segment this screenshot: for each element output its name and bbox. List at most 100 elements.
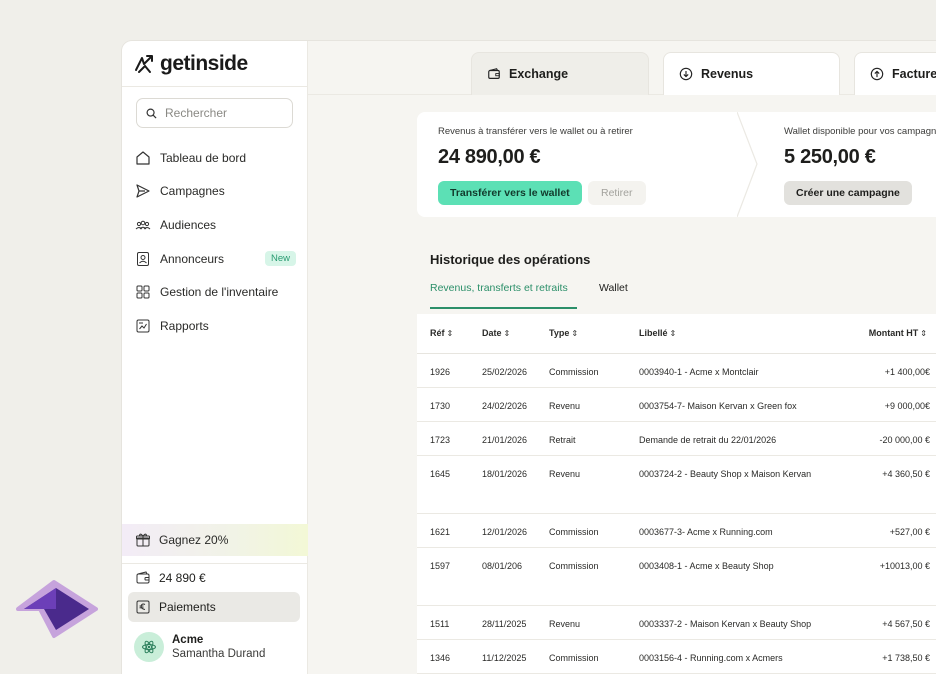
table-row[interactable]: 1723 21/01/2026 Retrait Demande de retrait …: [417, 422, 936, 456]
cell-ref: 1723: [430, 435, 451, 445]
tab-label: Exchange: [509, 67, 569, 81]
cell-date: 12/01/2026: [482, 527, 528, 537]
column-ref[interactable]: Réf ⇕: [430, 328, 453, 338]
user-profile[interactable]: Acme Samantha Durand: [134, 632, 265, 662]
sidebar-item-campaigns[interactable]: Campagnes: [122, 175, 308, 209]
send-icon: [135, 183, 151, 199]
cell-amount: +9 000,00€: [884, 401, 930, 411]
wallet-balance-value: 24 890 €: [159, 571, 206, 585]
euro-icon: [135, 599, 151, 615]
cell-label: 0003940-1 - Acme x Montclair: [639, 367, 759, 377]
logo[interactable]: getinside: [122, 41, 307, 87]
operations-history: Historique des opérations Revenus, trans…: [417, 231, 936, 674]
app-window: getinside Rechercher Tableau de bord Cam…: [122, 41, 936, 674]
sort-icon: ⇕: [503, 329, 511, 338]
grid-icon: [135, 284, 151, 300]
column-date[interactable]: Date ⇕: [482, 328, 510, 338]
tab-exchange[interactable]: Exchange: [471, 52, 649, 95]
wallet-label: Wallet disponible pour vos campagn: [784, 126, 936, 137]
sidebar-item-advertisers[interactable]: Annonceurs New: [122, 242, 308, 276]
table-row[interactable]: 1730 24/02/2026 Revenu 0003754-7- Maison Ke…: [417, 388, 936, 422]
tab-label: Facture: [892, 67, 936, 81]
cell-date: 28/11/2025: [482, 619, 527, 629]
cell-ref: 1346: [430, 653, 451, 663]
sort-icon: ⇕: [669, 329, 677, 338]
wallet-icon: [135, 570, 151, 586]
create-campaign-button[interactable]: Créer une campagne: [784, 181, 912, 205]
cell-type: Revenu: [549, 619, 581, 629]
transfer-to-wallet-button[interactable]: Transférer vers le wallet: [438, 181, 582, 205]
cell-date: 18/01/2026: [482, 469, 528, 479]
sidebar-nav: Tableau de bord Campagnes Audiences Anno…: [122, 141, 308, 343]
cell-label: 0003156-4 - Running.com x Acmers: [639, 653, 783, 663]
cell-ref: 1511: [430, 619, 450, 629]
sidebar-item-label: Gestion de l'inventaire: [160, 285, 279, 300]
cell-label: 0003724-2 - Beauty Shop x Maison Kervan: [639, 469, 812, 479]
wallet-card: Wallet disponible pour vos campagn 5 250…: [784, 126, 936, 169]
cell-amount: +4 360,50 €: [882, 469, 930, 479]
revenue-label: Revenus à transférer vers le wallet ou à…: [438, 126, 633, 137]
tab-revenus-transferts[interactable]: Revenus, transferts et retraits: [430, 282, 568, 294]
tab-facture[interactable]: Facture: [854, 52, 936, 95]
sidebar-item-label: Audiences: [160, 217, 217, 232]
wallet-icon: [487, 67, 501, 81]
atom-icon: [142, 640, 156, 654]
gift-icon: [135, 532, 151, 548]
referral-promo[interactable]: Gagnez 20%: [122, 524, 308, 556]
table-row[interactable]: 1621 12/01/2026 Commission 0003677-3- Acme …: [417, 514, 936, 548]
cursor-arrow-icon: [16, 580, 98, 638]
cell-type: Retrait: [549, 435, 576, 445]
tab-wallet[interactable]: Wallet: [599, 282, 628, 294]
cell-type: Commission: [549, 561, 599, 571]
sidebar-item-dashboard[interactable]: Tableau de bord: [122, 141, 308, 175]
wallet-amount: 5 250,00 €: [784, 146, 876, 168]
cell-type: Commission: [549, 367, 599, 377]
cell-label: 0003754-7- Maison Kervan x Green fox: [639, 401, 797, 411]
tab-revenus[interactable]: Revenus: [663, 52, 840, 95]
cell-amount: +527,00 €: [889, 527, 930, 537]
sort-icon: ⇕: [571, 329, 579, 338]
report-icon: [135, 318, 151, 334]
sort-icon: ⇕: [446, 329, 454, 338]
table-row[interactable]: 1346 11/12/2025 Commission 0003156-4 - Runn…: [417, 640, 936, 674]
cell-label: 0003677-3- Acme x Running.com: [639, 527, 773, 537]
table-row[interactable]: 1511 28/11/2025 Revenu 0003337-2 - Maison K…: [417, 606, 936, 640]
table-row[interactable]: 1645 18/01/2026 Revenu 0003724-2 - Beauty S…: [417, 456, 936, 514]
sidebar-item-label: Tableau de bord: [160, 150, 247, 165]
search-placeholder: Rechercher: [165, 106, 228, 120]
column-label[interactable]: Libellé ⇕: [639, 328, 676, 338]
sidebar-item-payments[interactable]: Paiements: [128, 592, 300, 622]
cell-date: 25/02/2026: [482, 367, 528, 377]
table-body: 1926 25/02/2026 Commission 0003940-1 - Acme…: [417, 354, 936, 674]
section-title: Historique des opérations: [430, 252, 591, 267]
table-row[interactable]: 1926 25/02/2026 Commission 0003940-1 - Acme…: [417, 354, 936, 388]
cell-date: 21/01/2026: [482, 435, 528, 445]
cell-date: 11/12/2025: [482, 653, 527, 663]
table-row[interactable]: 1597 08/01/206 Commission 0003408-1 - Acme …: [417, 548, 936, 606]
divider: [122, 563, 308, 564]
sidebar-item-label: Campagnes: [160, 184, 225, 199]
operations-table: Réf ⇕ Date ⇕ Type ⇕ Libellé ⇕ Montant HT ⇕ 19…: [417, 314, 936, 674]
sidebar-item-label: Annonceurs: [160, 251, 225, 266]
promo-label: Gagnez 20%: [159, 533, 229, 547]
cell-amount: -20 000,00 €: [879, 435, 930, 445]
sidebar: getinside Rechercher Tableau de bord Cam…: [122, 41, 308, 674]
chevron-separator-icon: [737, 112, 758, 217]
cell-ref: 1597: [430, 561, 451, 571]
sidebar-item-inventory[interactable]: Gestion de l'inventaire: [122, 275, 308, 309]
withdraw-button[interactable]: Retirer: [588, 181, 646, 205]
sidebar-item-reports[interactable]: Rapports: [122, 309, 308, 343]
active-tab-indicator: [430, 307, 577, 309]
column-type[interactable]: Type ⇕: [549, 328, 578, 338]
tab-label: Revenus: [701, 67, 754, 81]
column-amount[interactable]: Montant HT ⇕: [869, 328, 927, 338]
sort-icon: ⇕: [920, 329, 927, 338]
sidebar-item-audiences[interactable]: Audiences: [122, 208, 308, 242]
search-input[interactable]: Rechercher: [136, 98, 293, 128]
payments-label: Paiements: [159, 600, 216, 614]
wallet-balance[interactable]: 24 890 €: [122, 568, 308, 588]
user-org: Acme: [172, 634, 204, 646]
revenue-amount: 24 890,00 €: [438, 146, 541, 168]
table-header: Réf ⇕ Date ⇕ Type ⇕ Libellé ⇕ Montant HT ⇕: [417, 314, 936, 354]
top-tabs: Exchange Revenus Facture: [308, 41, 936, 95]
